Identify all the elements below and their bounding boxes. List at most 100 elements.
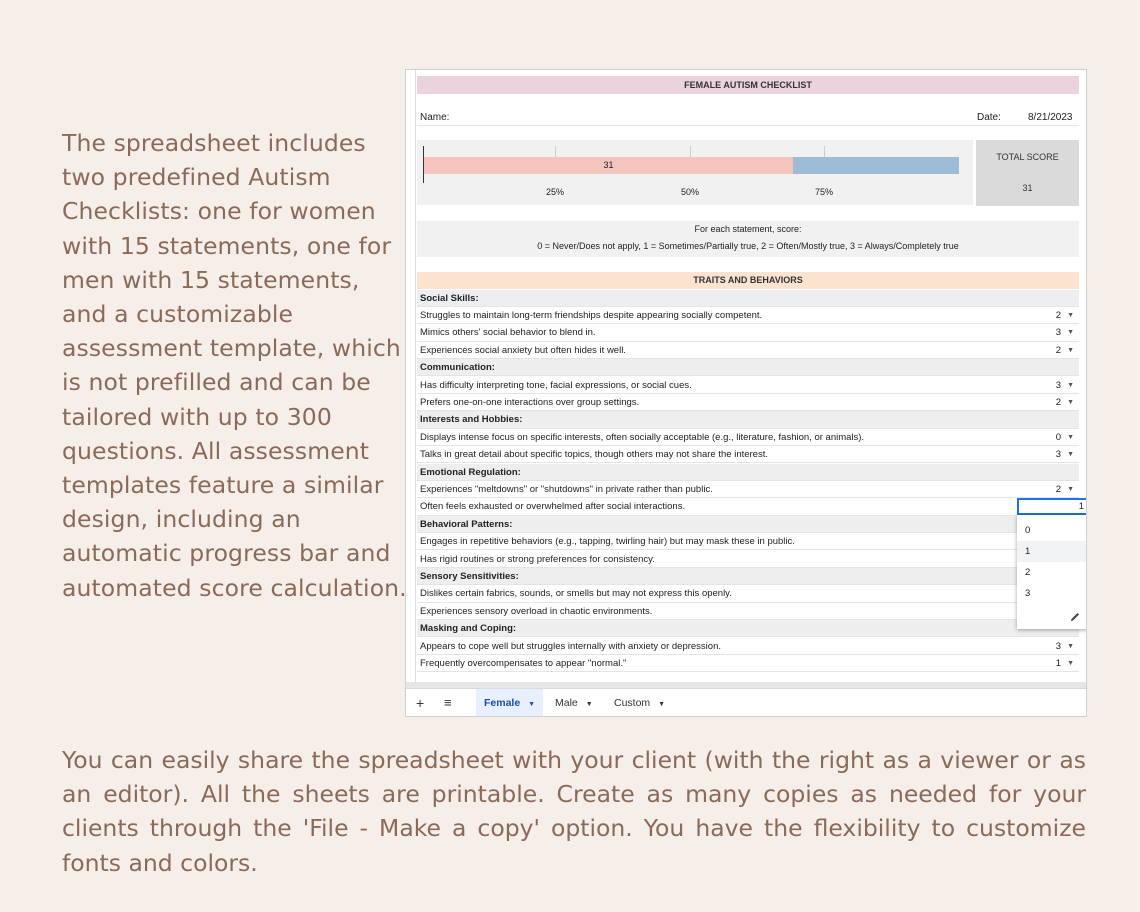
table-row: Dislikes certain fabrics, sounds, or sme… (417, 585, 1079, 603)
table-row: Displays intense focus on specific inter… (417, 429, 1079, 447)
table-row: Mimics others' social behavior to blend … (417, 324, 1079, 342)
dropdown-option-1[interactable]: 1 (1017, 541, 1086, 562)
score-cell[interactable]: 2 (1056, 342, 1061, 359)
progress-fill: 31 (424, 157, 793, 174)
table-row: Often feels exhausted or overwhelmed aft… (417, 498, 1079, 516)
tick-label-25: 25% (545, 187, 564, 197)
category-label: Behavioral Patterns: (420, 518, 513, 530)
traits-header: TRAITS AND BEHAVIORS (417, 272, 1079, 289)
statement-text: Struggles to maintain long-term friendsh… (420, 309, 763, 321)
active-score-cell[interactable]: 1 (1017, 498, 1086, 515)
progress-value-label: 31 (603, 160, 614, 170)
score-dropdown[interactable]: 0 1 2 3 (1017, 515, 1086, 629)
caret-down-icon[interactable]: ▼ (1067, 429, 1074, 446)
table-row: Engages in repetitive behaviors (e.g., t… (417, 533, 1079, 551)
score-cell[interactable]: 3 (1056, 377, 1061, 394)
statement-text: Has difficulty interpreting tone, facial… (420, 379, 692, 391)
table-row: Experiences social anxiety but often hid… (417, 342, 1079, 360)
caret-down-icon[interactable]: ▼ (1067, 307, 1074, 324)
statement-text: Frequently overcompensates to appear "no… (420, 657, 627, 669)
score-cell[interactable]: 2 (1056, 481, 1061, 498)
score-cell[interactable]: 1 (1056, 655, 1061, 672)
tab-female-label: Female (484, 697, 521, 709)
tab-custom[interactable]: Custom ▼ (614, 689, 666, 716)
tab-male-label: Male (555, 697, 578, 709)
category-label: Social Skills: (420, 292, 479, 304)
spreadsheet-window: FEMALE AUTISM CHECKLIST Name: Date: 8/21… (405, 69, 1087, 717)
progress-bar-panel: 31 25% 50% 75% (417, 140, 973, 205)
name-row-divider (417, 125, 1079, 126)
caret-down-icon: ▼ (528, 701, 536, 708)
tab-female[interactable]: Female ▼ (476, 689, 544, 716)
score-cell[interactable]: 3 (1056, 638, 1061, 655)
caret-down-icon[interactable]: ▼ (1067, 481, 1074, 498)
dropdown-option-0[interactable]: 0 (1017, 520, 1086, 541)
tab-male[interactable]: Male ▼ (555, 689, 593, 716)
instructions-line-2: 0 = Never/Does not apply, 1 = Sometimes/… (537, 241, 959, 251)
table-row: Experiences sensory overload in chaotic … (417, 603, 1079, 621)
statement-text: Mimics others' social behavior to blend … (420, 327, 596, 339)
table-row: Struggles to maintain long-term friendsh… (417, 307, 1079, 325)
date-value[interactable]: 8/21/2023 (1028, 112, 1073, 123)
instructions-line-1: For each statement, score: (694, 224, 802, 234)
score-cell[interactable]: 0 (1056, 429, 1061, 446)
score-cell[interactable]: 2 (1056, 394, 1061, 411)
dropdown-option-3[interactable]: 3 (1017, 583, 1086, 604)
plus-icon[interactable]: + (416, 689, 424, 716)
total-score-panel: TOTAL SCORE 31 (976, 140, 1079, 206)
caret-down-icon[interactable]: ▼ (1067, 342, 1074, 359)
date-label: Date: (977, 112, 1001, 123)
tab-custom-label: Custom (614, 697, 651, 709)
caret-down-icon[interactable]: ▼ (1067, 446, 1074, 463)
progress-start-line (423, 146, 424, 183)
row-header-strip (406, 70, 416, 690)
table-row: Experiences "meltdowns" or "shutdowns" i… (417, 481, 1079, 499)
caret-down-icon[interactable]: ▼ (1067, 324, 1074, 341)
progress-remaining (793, 157, 959, 174)
category-label: Sensory Sensitivities: (420, 570, 519, 582)
table-row: Appears to cope well but struggles inter… (417, 638, 1079, 655)
caret-down-icon[interactable]: ▼ (1067, 394, 1074, 411)
promo-sharing-info: You can easily share the spreadsheet wit… (62, 746, 1086, 877)
category-label: Masking and Coping: (420, 623, 517, 635)
caret-down-icon: ▼ (658, 701, 666, 708)
category-row: Social Skills: (417, 289, 1079, 307)
category-label: Emotional Regulation: (420, 466, 521, 478)
category-label: Interests and Hobbies: (420, 414, 523, 426)
tick-line-75 (824, 146, 825, 157)
dropdown-option-2[interactable]: 2 (1017, 562, 1086, 583)
statement-text: Prefers one-on-one interactions over gro… (420, 396, 640, 408)
table-row: Frequently overcompensates to appear "no… (417, 655, 1079, 673)
total-score-label: TOTAL SCORE (996, 152, 1059, 162)
promo-description: The spreadsheet includes two predefined … (62, 129, 407, 602)
caret-down-icon[interactable]: ▼ (1067, 638, 1074, 655)
score-cell[interactable]: 3 (1056, 324, 1061, 341)
statement-text: Engages in repetitive behaviors (e.g., t… (420, 536, 795, 548)
statement-text: Experiences "meltdowns" or "shutdowns" i… (420, 483, 713, 495)
table-row: Has difficulty interpreting tone, facial… (417, 377, 1079, 394)
caret-down-icon[interactable]: ▼ (1067, 377, 1074, 394)
pencil-icon[interactable] (1069, 611, 1081, 623)
tick-label-75: 75% (814, 187, 833, 197)
score-cell[interactable]: 3 (1056, 446, 1061, 463)
category-row: Masking and Coping: (417, 620, 1079, 638)
table-row: Has rigid routines or strong preferences… (417, 551, 1079, 568)
category-row: Communication: (417, 359, 1079, 377)
name-label: Name: (420, 112, 450, 123)
tick-line-25 (555, 146, 556, 157)
score-cell[interactable]: 2 (1056, 307, 1061, 324)
sheet-tab-bar: + ≡ Female ▼ Male ▼ Custom ▼ (406, 688, 1086, 716)
tick-label-50: 50% (680, 187, 699, 197)
statement-text: Experiences sensory overload in chaotic … (420, 605, 653, 617)
statement-text: Displays intense focus on specific inter… (420, 431, 865, 443)
tick-line-50 (690, 146, 691, 157)
category-row: Emotional Regulation: (417, 463, 1079, 481)
menu-icon[interactable]: ≡ (444, 689, 452, 716)
caret-down-icon[interactable]: ▼ (1067, 655, 1074, 672)
statement-text: Talks in great detail about specific top… (420, 449, 768, 461)
category-row: Sensory Sensitivities: (417, 567, 1079, 586)
checklist-title: FEMALE AUTISM CHECKLIST (417, 76, 1079, 94)
caret-down-icon: ▼ (585, 701, 593, 708)
scoring-instructions: For each statement, score: 0 = Never/Doe… (417, 221, 1079, 257)
statement-text: Has rigid routines or strong preferences… (420, 553, 655, 565)
